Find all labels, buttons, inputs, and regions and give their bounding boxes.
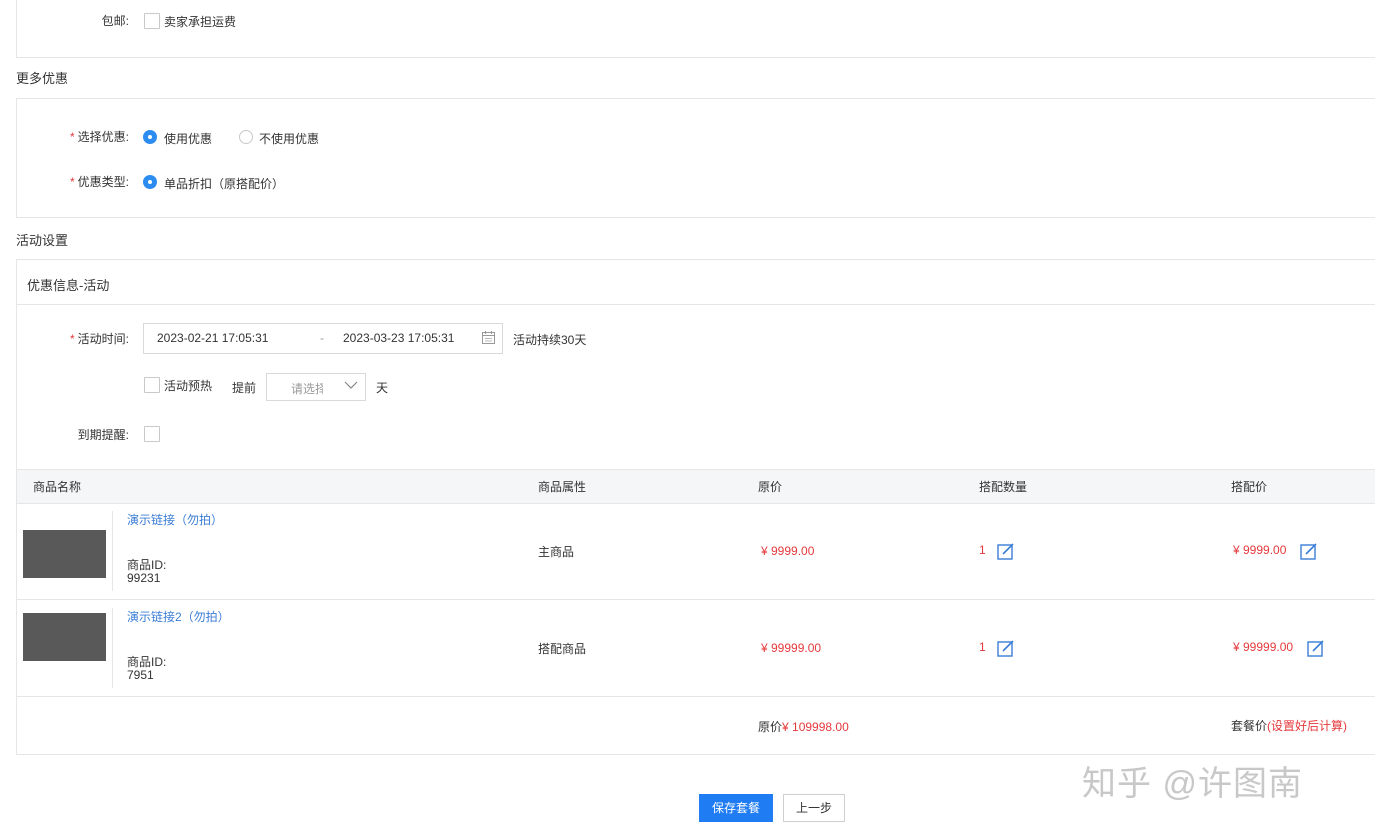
- select-placeholder: 请选择: [291, 382, 323, 396]
- seller-shipping-text: 卖家承担运费: [164, 15, 237, 29]
- save-package-button[interactable]: 保存套餐: [699, 794, 773, 822]
- col-attribute: 商品属性: [538, 480, 587, 494]
- row-divider: [17, 696, 1375, 697]
- no-discount-radio[interactable]: [239, 130, 253, 144]
- more-discount-title: 更多优惠: [16, 71, 69, 86]
- day-unit: 天: [376, 381, 389, 395]
- product-id: 7951: [127, 668, 154, 682]
- col-product-name: 商品名称: [33, 480, 82, 494]
- duration-text: 活动持续30天: [513, 333, 587, 347]
- product-attribute: 搭配商品: [538, 642, 587, 656]
- cell-divider: [112, 511, 113, 591]
- select-discount-label: * 选择优惠:: [69, 130, 129, 144]
- edit-quantity-icon[interactable]: [997, 542, 1015, 560]
- edit-quantity-icon[interactable]: [997, 639, 1015, 657]
- package-price-note: (设置好后计算): [1267, 719, 1348, 733]
- single-discount-radio[interactable]: [143, 175, 157, 189]
- calendar-icon[interactable]: [482, 331, 495, 344]
- product-link[interactable]: 演示链接2（勿拍）: [127, 608, 230, 625]
- watermark-text: 知乎 @许图南: [1082, 765, 1303, 803]
- reminder-label: 到期提醒:: [77, 428, 129, 442]
- combo-quantity: 1: [979, 640, 986, 654]
- discount-type-label: * 优惠类型:: [69, 175, 129, 189]
- product-attribute: 主商品: [538, 545, 575, 559]
- shipping-label: 包邮:: [101, 14, 129, 28]
- end-date: 2023-03-23 17:05:31: [343, 331, 455, 345]
- total-original-price: 原价¥ 109998.00: [758, 718, 849, 735]
- table-row: 演示链接（勿拍） 商品ID: 99231 主商品 ¥ 9999.00 1 ¥ 9…: [17, 503, 1375, 599]
- product-link[interactable]: 演示链接（勿拍）: [127, 511, 223, 528]
- preheat-label: 活动预热: [164, 379, 213, 393]
- chevron-down-icon: [344, 381, 358, 389]
- seller-shipping-checkbox[interactable]: [144, 13, 160, 29]
- table-header: [17, 469, 1375, 504]
- edit-price-icon[interactable]: [1307, 639, 1325, 657]
- total-original-value: ¥ 109998.00: [782, 720, 849, 734]
- use-discount-text: 使用优惠: [164, 132, 213, 146]
- combo-price: ¥ 9999.00: [1233, 543, 1287, 557]
- activity-title: 活动设置: [16, 233, 69, 248]
- combo-quantity: 1: [979, 543, 986, 557]
- start-date: 2023-02-21 17:05:31: [157, 331, 269, 345]
- table-row: 演示链接2（勿拍） 商品ID: 7951 搭配商品 ¥ 99999.00 1 ¥…: [17, 600, 1375, 696]
- activity-time-label: * 活动时间:: [69, 332, 129, 346]
- col-combo-price: 搭配价: [1231, 480, 1268, 494]
- use-discount-radio[interactable]: [143, 130, 157, 144]
- col-quantity: 搭配数量: [979, 480, 1028, 494]
- package-price: 套餐价(设置好后计算): [1231, 717, 1347, 734]
- col-price: 原价: [758, 480, 783, 494]
- activity-panel-title: 优惠信息-活动: [27, 278, 110, 293]
- discount-panel: [16, 98, 1375, 218]
- product-thumbnail: [23, 530, 106, 578]
- combo-price: ¥ 99999.00: [1233, 640, 1294, 654]
- date-separator: -: [320, 331, 324, 345]
- cell-divider: [112, 608, 113, 688]
- single-discount-text: 单品折扣（原搭配价）: [164, 177, 285, 191]
- original-price: ¥ 9999.00: [761, 544, 815, 558]
- original-price: ¥ 99999.00: [761, 641, 822, 655]
- reminder-checkbox[interactable]: [144, 426, 160, 442]
- previous-step-button[interactable]: 上一步: [783, 794, 845, 822]
- package-price-label: 套餐价: [1231, 719, 1268, 733]
- product-id: 99231: [127, 571, 161, 585]
- product-thumbnail: [23, 613, 106, 661]
- no-discount-text: 不使用优惠: [259, 132, 320, 146]
- preheat-checkbox[interactable]: [144, 377, 160, 393]
- advance-label: 提前: [232, 381, 257, 395]
- edit-price-icon[interactable]: [1300, 542, 1318, 560]
- panel-divider: [17, 304, 1375, 305]
- total-original-label: 原价: [758, 720, 783, 734]
